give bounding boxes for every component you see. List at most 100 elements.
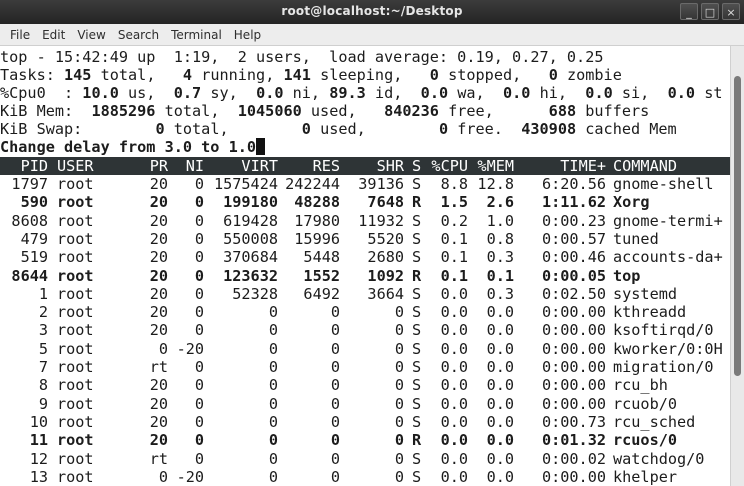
uptime-line: top - 15:42:49 up 1:19, 2 users, load av… xyxy=(0,48,604,66)
cell-mem: 0.0 xyxy=(486,412,514,431)
process-row: 1 root 20 0 52328 6492 3664 S 0.0 0.3 0:02.50 syste… xyxy=(0,285,730,303)
cell-user: root xyxy=(57,175,94,193)
cell-time: 0:01.32 xyxy=(541,431,606,450)
vertical-scrollbar[interactable] xyxy=(730,46,744,486)
cell-res: 0 xyxy=(330,358,340,376)
cell-mem: 0.0 xyxy=(486,394,514,413)
title-bar[interactable]: root@localhost:~/Desktop _ □ × xyxy=(0,0,744,24)
cell-res: 0 xyxy=(330,321,340,340)
cell-pid: 2 xyxy=(38,303,48,322)
cell-time: 0:00.00 xyxy=(541,321,606,340)
menu-terminal[interactable]: Terminal xyxy=(165,28,228,42)
col-time[interactable]: TIME+ xyxy=(514,157,606,175)
cell-user: root xyxy=(57,339,94,358)
cell-s: S xyxy=(412,229,422,248)
cell-cmd: rcu_sched xyxy=(613,412,696,431)
menu-file[interactable]: File xyxy=(4,28,36,42)
cell-shr: 39136 xyxy=(358,175,404,193)
cell-time: 0:00.05 xyxy=(541,266,606,285)
cell-s: S xyxy=(412,376,422,395)
cell-pr: rt xyxy=(149,358,168,376)
cell-cmd: watchdog/0 xyxy=(613,449,705,468)
cell-cpu: 0.0 xyxy=(440,284,468,303)
cell-pid: 8608 xyxy=(11,211,48,230)
cell-time: 0:00.00 xyxy=(541,394,606,413)
cpu-line: %Cpu0 : 10.0 us, 0.7 sy, 0.0 ni, 89.3 id… xyxy=(0,84,723,102)
terminal-output[interactable]: top - 15:42:49 up 1:19, 2 users, load av… xyxy=(0,46,730,486)
cell-s: S xyxy=(412,449,422,468)
window-title: root@localhost:~/Desktop xyxy=(281,4,463,18)
process-row: 9 root 20 0 0 0 0 S 0.0 0.0 0:00.00 rcuob/0 xyxy=(0,395,730,413)
cell-cmd: tuned xyxy=(613,229,659,248)
process-row: 8644 root 20 0 123632 1552 1092 R 0.1 0.1 0:00.05 t… xyxy=(0,267,730,285)
cell-cmd: ksoftirqd/0 xyxy=(613,321,714,340)
cell-ni: 0 xyxy=(194,266,204,285)
menu-search[interactable]: Search xyxy=(112,28,165,42)
col-pid[interactable]: PID xyxy=(0,157,48,175)
cell-virt: 52328 xyxy=(232,284,278,303)
cell-pr: 20 xyxy=(149,248,168,267)
cell-shr: 5520 xyxy=(367,229,404,248)
cell-s: S xyxy=(412,303,422,322)
minimize-button[interactable]: _ xyxy=(680,3,698,20)
cell-s: R xyxy=(412,266,422,285)
cell-mem: 0.8 xyxy=(486,229,514,248)
text-cursor xyxy=(256,138,266,155)
delay-prompt[interactable]: Change delay from 3.0 to 1.0 xyxy=(0,138,266,156)
mem-line: KiB Mem: 1885296 total, 1045060 used, 84… xyxy=(0,102,650,120)
cell-shr: 1092 xyxy=(367,266,404,285)
cell-shr: 0 xyxy=(394,467,404,486)
col-shr[interactable]: SHR xyxy=(340,157,404,175)
cell-s: S xyxy=(412,339,422,358)
cell-ni: 0 xyxy=(194,321,204,340)
menu-edit[interactable]: Edit xyxy=(36,28,71,42)
swap-line: KiB Swap: 0 total, 0 used, 0 free. 43090… xyxy=(0,120,677,138)
menu-view[interactable]: View xyxy=(71,28,111,42)
col-ni[interactable]: NI xyxy=(168,157,204,175)
cell-mem: 0.3 xyxy=(486,248,514,267)
col-state[interactable]: S xyxy=(412,157,421,175)
col-mem[interactable]: %MEM xyxy=(468,157,514,175)
cell-user: root xyxy=(57,321,94,340)
cell-pr: 20 xyxy=(149,412,168,431)
menu-help[interactable]: Help xyxy=(228,28,267,42)
scrollbar-thumb[interactable] xyxy=(734,76,741,376)
cell-shr: 2680 xyxy=(367,248,404,267)
col-command[interactable]: COMMAND xyxy=(613,157,677,175)
cell-cmd: rcu_bh xyxy=(613,376,668,395)
cell-cpu: 0.0 xyxy=(440,303,468,322)
col-user[interactable]: USER xyxy=(57,157,94,175)
cell-s: S xyxy=(412,321,422,340)
cell-ni: 0 xyxy=(194,431,204,450)
cell-ni: -20 xyxy=(176,339,204,358)
maximize-button[interactable]: □ xyxy=(701,3,719,20)
cell-cpu: 0.1 xyxy=(440,248,468,267)
cell-pid: 10 xyxy=(29,412,48,431)
cell-cpu: 0.0 xyxy=(440,321,468,340)
cell-cpu: 0.0 xyxy=(440,467,468,486)
cell-ni: 0 xyxy=(194,229,204,248)
cell-res: 242244 xyxy=(285,175,340,193)
cell-cpu: 1.5 xyxy=(440,193,468,212)
close-button[interactable]: × xyxy=(722,3,740,20)
cell-cpu: 0.0 xyxy=(440,358,468,376)
cell-pid: 11 xyxy=(29,431,48,450)
cell-user: root xyxy=(57,394,94,413)
process-row: 2 root 20 0 0 0 0 S 0.0 0.0 0:00.00 kthreadd xyxy=(0,303,730,321)
cell-time: 0:00.00 xyxy=(541,303,606,322)
process-row: 8 root 20 0 0 0 0 S 0.0 0.0 0:00.00 rcu_bh xyxy=(0,376,730,394)
col-res[interactable]: RES xyxy=(278,157,340,175)
cell-pid: 1 xyxy=(38,284,48,303)
cell-pid: 519 xyxy=(20,248,48,267)
col-virt[interactable]: VIRT xyxy=(204,157,278,175)
cell-ni: -20 xyxy=(176,467,204,486)
cell-time: 0:00.57 xyxy=(541,229,606,248)
cell-virt: 370684 xyxy=(223,248,278,267)
col-pr[interactable]: PR xyxy=(130,157,168,175)
cell-time: 0:00.00 xyxy=(541,376,606,395)
cell-time: 0:00.02 xyxy=(541,449,606,468)
col-cpu[interactable]: %CPU xyxy=(424,157,468,175)
menu-bar: File Edit View Search Terminal Help xyxy=(0,24,744,46)
process-row: 7 root rt 0 0 0 0 S 0.0 0.0 0:00.00 migration/0 xyxy=(0,358,730,376)
cell-virt: 0 xyxy=(268,376,278,395)
